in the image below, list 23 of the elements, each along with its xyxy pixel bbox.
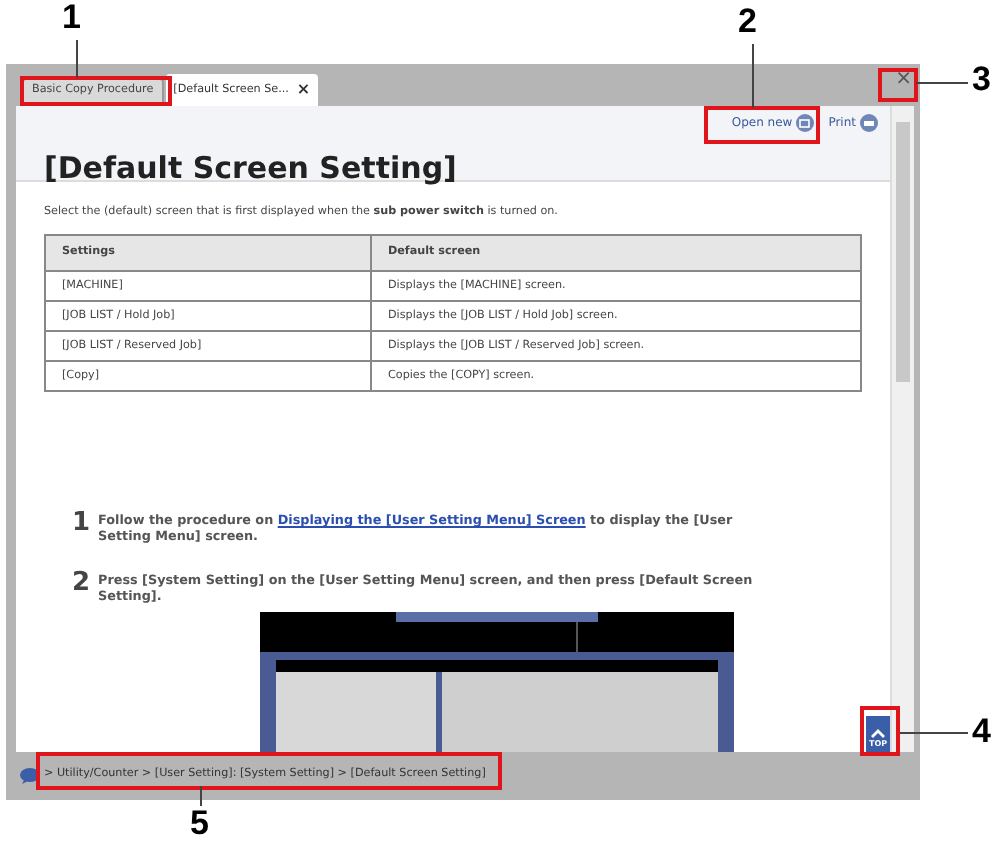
callout-number: 4 [972,714,991,748]
callout-number: 5 [190,806,209,840]
up-chevron-icon [870,728,886,738]
leader-line [200,786,202,806]
close-button[interactable]: × [895,70,912,90]
highlight-frame [860,706,900,756]
page-title: [Default Screen Setting] [44,148,457,190]
highlight-frame [704,106,820,144]
leader-line [900,732,968,734]
callout-number: 3 [972,62,991,96]
speech-bubble-icon [20,768,40,784]
highlight-frame [878,68,918,102]
new-window-icon [796,114,815,132]
step-number: 1 [72,512,91,534]
leader-line [76,40,78,78]
leader-line [752,44,754,108]
leader-line [916,82,968,84]
scrollbar[interactable] [890,106,914,752]
scrollbar-thumb[interactable] [896,122,910,382]
step-number: 2 [72,572,91,594]
callout-number: 1 [62,0,81,34]
callout-number: 2 [738,4,757,38]
printer-icon [860,114,878,132]
